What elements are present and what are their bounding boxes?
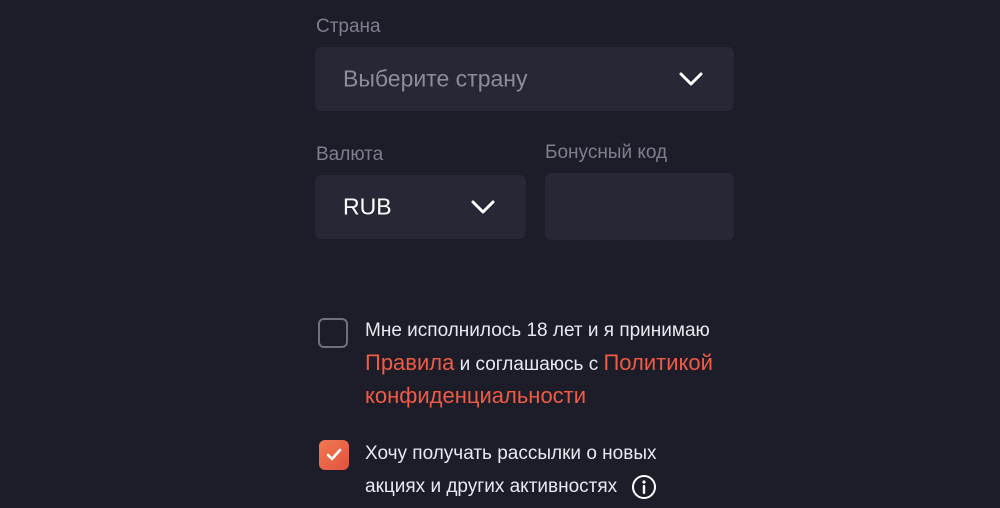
checkmark-icon xyxy=(326,448,342,461)
country-placeholder: Выберите страну xyxy=(343,65,528,92)
newsletter-line1: Хочу получать рассылки о новых xyxy=(365,443,657,464)
rules-link[interactable]: Правила xyxy=(365,350,454,375)
chevron-down-icon xyxy=(679,72,703,86)
bonus-code-input[interactable] xyxy=(545,173,734,240)
country-label: Страна xyxy=(316,16,381,37)
currency-label: Валюта xyxy=(316,144,384,165)
info-icon[interactable] xyxy=(631,474,657,500)
currency-value: RUB xyxy=(343,193,392,220)
terms-checkbox[interactable] xyxy=(318,318,348,348)
bonus-code-label: Бонусный код xyxy=(545,142,668,163)
country-select[interactable]: Выберите страну xyxy=(315,47,734,111)
currency-select[interactable]: RUB xyxy=(315,175,526,239)
chevron-down-icon xyxy=(471,200,495,214)
privacy-policy-link-cont[interactable]: конфиденциальности xyxy=(365,383,586,408)
newsletter-checkbox[interactable] xyxy=(319,440,349,470)
terms-line1: Мне исполнилось 18 лет и я принимаю xyxy=(365,320,710,341)
terms-middle-text: и соглашаюсь с xyxy=(454,354,604,375)
privacy-policy-link[interactable]: Политикой xyxy=(603,350,712,375)
newsletter-line2: акциях и других активностях xyxy=(365,476,618,498)
